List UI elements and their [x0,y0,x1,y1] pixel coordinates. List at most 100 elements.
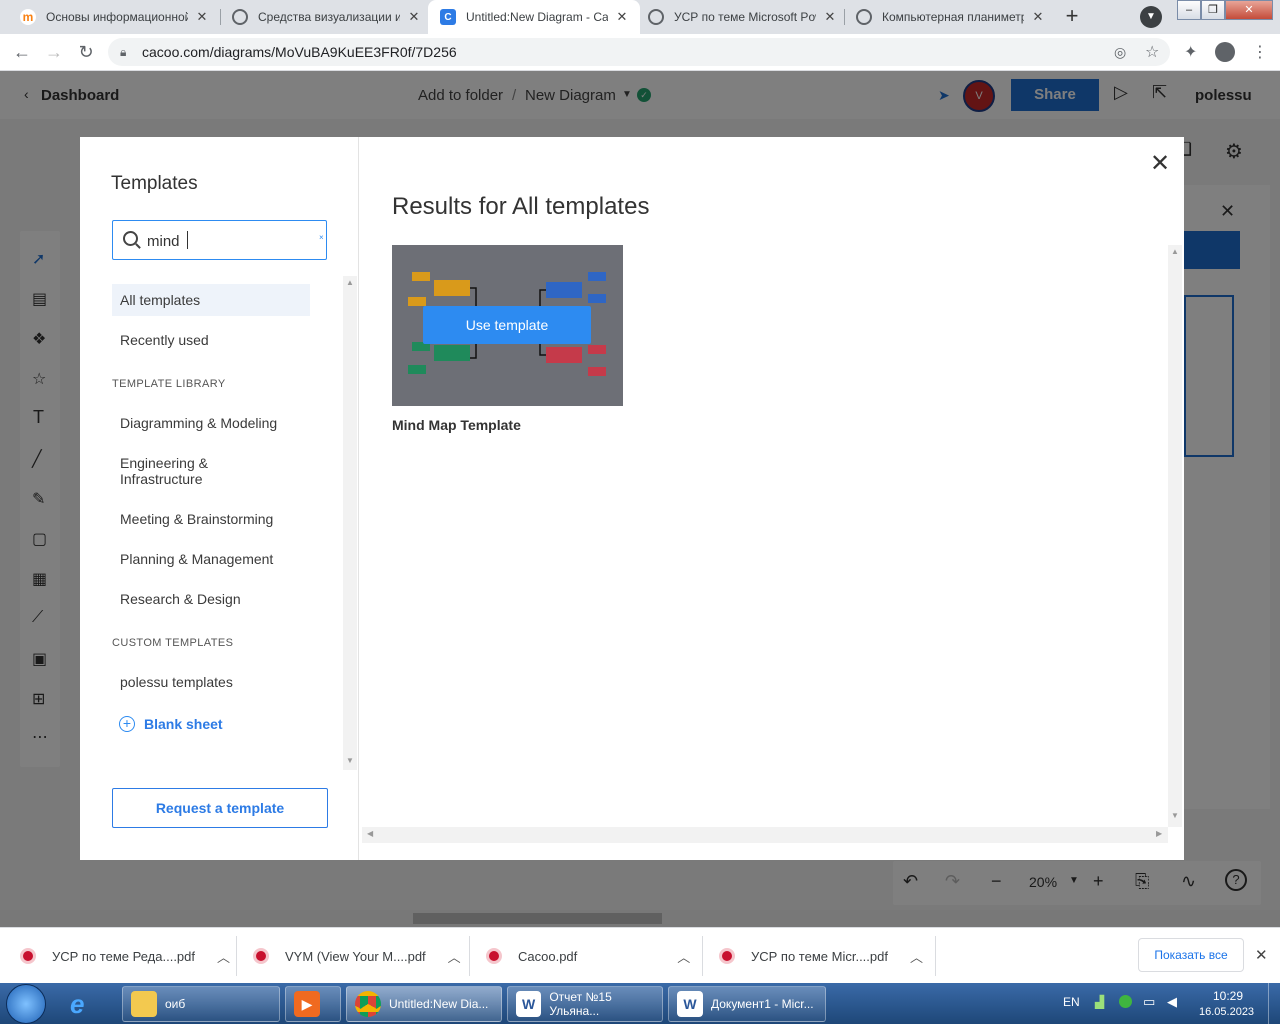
windows-taskbar: e оиб ▶ Untitled:New Dia... W Отчет №15 … [0,983,1280,1024]
nav-meeting-brainstorming[interactable]: Meeting & Brainstorming [120,511,273,527]
plus-circle-icon[interactable]: + [119,716,135,732]
close-tab-icon[interactable]: ✕ [194,9,210,25]
nav-diagramming-modeling[interactable]: Diagramming & Modeling [120,415,277,431]
close-tab-icon[interactable]: ✕ [406,9,422,25]
close-tab-icon[interactable]: ✕ [822,9,838,25]
browser-tab-4[interactable]: УСР по теме Microsoft Pow ✕ [636,0,848,34]
download-item[interactable]: Cacoo.pdf ︿ [486,928,690,984]
taskbar-item-word-1[interactable]: W Отчет №15 Ульяна... [507,986,663,1022]
chevron-up-icon[interactable]: ︿ [448,947,461,966]
blank-sheet-button[interactable]: Blank sheet [144,716,223,732]
clock-date[interactable]: 16.05.2023 [1199,1006,1254,1018]
taskbar-item-folder[interactable]: оиб [122,986,280,1022]
request-template-button[interactable]: Request a template [112,788,328,828]
browser-tab-5[interactable]: Компьютерная планиметр ✕ [844,0,1056,34]
use-template-button[interactable]: Use template [423,306,591,344]
clear-search-icon[interactable]: × [319,233,324,242]
reload-icon[interactable]: ↻ [75,42,97,64]
taskbar-label: Untitled:New Dia... [389,997,489,1011]
taskbar-item-media[interactable]: ▶ [285,986,341,1022]
globe-icon [232,9,248,25]
kebab-menu-icon[interactable]: ⋮ [1252,42,1268,62]
pdf-icon [719,948,735,964]
template-search-input[interactable]: mind × [112,220,327,260]
clock-time[interactable]: 10:29 [1213,989,1243,1003]
back-arrow-icon[interactable]: ← [11,42,33,64]
chrome-icon [355,991,381,1017]
results-heading: Results for All templates [392,193,650,220]
text-caret [187,231,188,249]
network-icon[interactable]: ▟ [1095,995,1104,1009]
nav-label: All templates [120,292,201,308]
forward-arrow-icon[interactable]: → [43,42,65,64]
minimize-window-button[interactable]: – [1177,0,1201,20]
language-indicator[interactable]: EN [1063,995,1080,1009]
close-window-button[interactable]: ✕ [1225,0,1273,20]
start-button-icon[interactable] [6,984,46,1024]
monitor-icon[interactable]: ▭ [1143,994,1155,1010]
security-icon[interactable] [1119,995,1132,1008]
taskbar-item-word-2[interactable]: W Документ1 - Micr... [668,986,826,1022]
show-desktop-button[interactable] [1268,983,1280,1024]
taskbar-label: Отчет №15 Ульяна... [549,990,612,1018]
new-tab-button[interactable]: + [1058,4,1086,30]
nav-planning-management[interactable]: Planning & Management [120,551,273,567]
download-item[interactable]: УСР по теме Micr....pdf ︿ [719,928,923,984]
sidebar-scrollbar[interactable]: ▲ ▼ [343,276,357,770]
browser-tab-active[interactable]: C Untitled:New Diagram - Ca ✕ [428,0,640,34]
search-value: mind [147,233,180,250]
lock-icon[interactable]: 🔒︎ [120,45,126,60]
profile-icon[interactable] [1215,42,1235,62]
close-tab-icon[interactable]: ✕ [1030,9,1046,25]
download-filename: УСР по теме Micr....pdf [751,948,888,964]
custom-templates-heading: CUSTOM TEMPLATES [112,637,234,649]
close-tab-icon[interactable]: ✕ [614,9,630,25]
download-filename: Cacoo.pdf [518,948,578,964]
download-item[interactable]: VYM (View Your M....pdf ︿ [253,928,461,984]
show-all-downloads-button[interactable]: Показать все [1138,938,1244,972]
moodle-icon: m [20,9,36,25]
chevron-up-icon[interactable]: ︿ [677,947,690,966]
globe-icon [856,9,872,25]
tab-search-icon[interactable]: ▼ [1140,6,1162,28]
pdf-icon [20,948,36,964]
nav-all-templates[interactable]: All templates [112,284,310,316]
download-item[interactable]: УСР по теме Реда....pdf ︿ [20,928,230,984]
maximize-window-button[interactable]: ❐ [1201,0,1225,20]
browser-tab-1[interactable]: m Основы информационной ✕ [8,0,220,34]
internet-explorer-icon[interactable]: e [70,989,84,1020]
results-vertical-scrollbar[interactable]: ▲ ▼ [1168,245,1182,827]
extensions-puzzle-icon[interactable]: ✦ [1184,42,1197,62]
nav-polessu-templates[interactable]: polessu templates [120,674,233,690]
url-text[interactable]: cacoo.com/diagrams/MoVuBA9KuEE3FR0f/7D25… [142,44,457,60]
results-horizontal-scrollbar[interactable]: ◀ ▶ [362,827,1168,843]
taskbar-label: оиб [165,997,186,1011]
media-player-icon: ▶ [294,991,320,1017]
chevron-up-icon[interactable]: ︿ [217,947,230,966]
tab-title: Средства визуализации ин [258,10,400,24]
tab-title: Компьютерная планиметр [882,10,1024,24]
cacoo-icon: C [440,9,456,25]
templates-sidebar: Templates mind × All templates Recently … [80,137,359,860]
close-modal-icon[interactable]: ✕ [1150,149,1170,178]
chevron-up-icon[interactable]: ︿ [910,947,923,966]
browser-tab-strip: m Основы информационной ✕ Средства визуа… [0,0,1280,34]
nav-research-design[interactable]: Research & Design [120,591,241,607]
close-icon[interactable]: ✕ [1255,946,1268,964]
globe-icon [648,9,664,25]
downloads-bar: УСР по теме Реда....pdf ︿ VYM (View Your… [0,927,1280,983]
nav-engineering-infrastructure[interactable]: Engineering & Infrastructure [120,455,280,487]
nav-recently-used[interactable]: Recently used [120,332,209,348]
bookmark-star-icon[interactable]: ☆ [1145,42,1159,62]
pdf-icon [253,948,269,964]
browser-tab-2[interactable]: Средства визуализации ин ✕ [220,0,432,34]
volume-icon[interactable]: ◀ [1167,994,1177,1010]
eye-off-icon[interactable]: ◎ [1114,44,1126,61]
tab-title: Основы информационной [46,10,188,24]
taskbar-item-chrome[interactable]: Untitled:New Dia... [346,986,502,1022]
tab-title: Untitled:New Diagram - Ca [466,10,608,24]
word-icon: W [677,991,703,1017]
template-card-title[interactable]: Mind Map Template [392,417,521,433]
template-library-heading: TEMPLATE LIBRARY [112,378,226,390]
download-filename: УСР по теме Реда....pdf [52,948,196,964]
